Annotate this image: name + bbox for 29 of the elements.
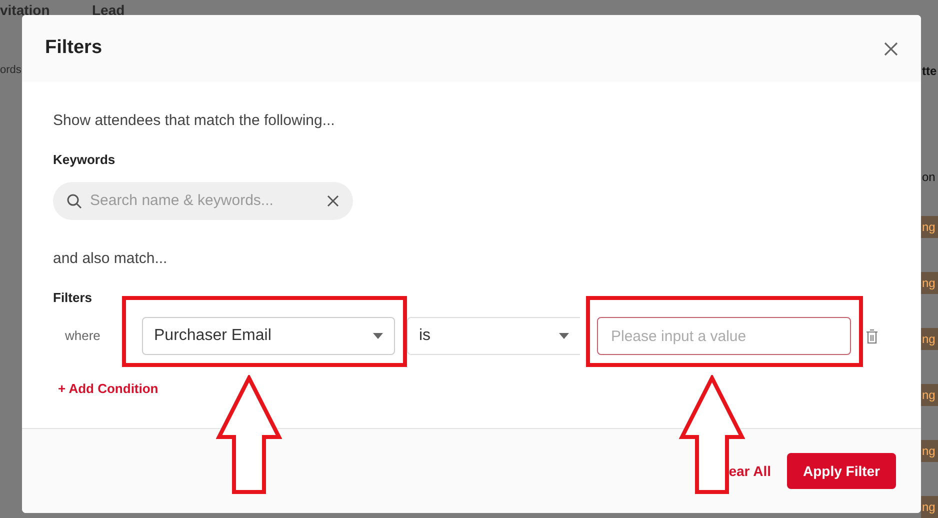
- column-header: on: [922, 169, 936, 186]
- status-badge: ng: [921, 216, 938, 238]
- intro-text: Show attendees that match the following...: [53, 111, 336, 131]
- caret-icon: [559, 333, 569, 339]
- status-badge: ng: [921, 440, 938, 462]
- clear-icon[interactable]: [327, 195, 339, 207]
- status-badge: ng: [921, 328, 938, 350]
- apply-filter-button[interactable]: Apply Filter: [786, 453, 896, 489]
- also-match-text: and also match...: [53, 249, 168, 269]
- status-badge: ng: [921, 272, 938, 294]
- search-input[interactable]: Search name & keywords...: [90, 190, 319, 212]
- status-badge: ng: [921, 384, 938, 406]
- value-input[interactable]: Please input a value: [597, 317, 851, 355]
- trash-icon[interactable]: [866, 328, 878, 344]
- search-icon: [67, 194, 82, 208]
- add-condition-link[interactable]: + Add Condition: [58, 379, 158, 398]
- clear-all-link[interactable]: ear All: [728, 460, 771, 482]
- search-text: ords: [0, 63, 22, 78]
- field-select[interactable]: Purchaser Email: [142, 317, 395, 355]
- close-icon[interactable]: [884, 42, 898, 56]
- dialog-title: Filters: [45, 36, 102, 60]
- operator-select[interactable]: is: [407, 317, 580, 355]
- search-field[interactable]: Search name & keywords...: [53, 182, 353, 220]
- keywords-label: Keywords: [53, 150, 116, 169]
- caret-icon: [373, 333, 383, 339]
- filters-label: Filters: [53, 288, 94, 306]
- column-header: tte: [922, 63, 937, 80]
- where-label: where: [64, 327, 102, 346]
- status-badge: ng: [921, 496, 938, 518]
